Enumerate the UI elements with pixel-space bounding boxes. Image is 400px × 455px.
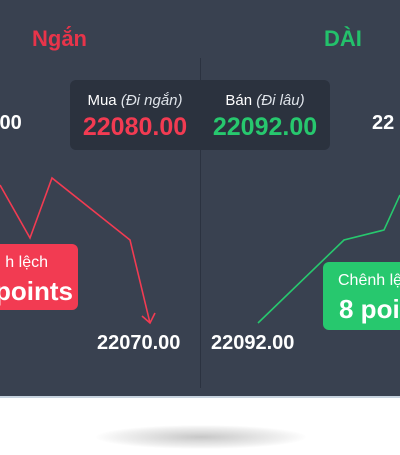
long-spread-label: Chênh lệ	[338, 272, 400, 289]
long-bottom-price: 22092.00	[211, 332, 295, 354]
long-top-price: 22	[372, 112, 395, 134]
sell-label: Bán (Đi lâu)	[200, 92, 330, 109]
buy-label: Mua (Đi ngắn)	[70, 92, 200, 109]
short-top-price: .00	[0, 112, 22, 134]
long-spread-badge: Chênh lệ 8 poi	[323, 262, 400, 330]
buy-price: 22080.00	[82, 113, 188, 141]
long-spread-value: 8 poi	[339, 294, 400, 324]
buy-quote[interactable]: Mua (Đi ngắn) 22080.00	[70, 80, 200, 150]
sell-price: 22092.00	[212, 113, 318, 141]
sell-quote[interactable]: Bán (Đi lâu) 22092.00	[200, 80, 330, 150]
short-spread-label: h lệch	[5, 254, 48, 271]
price-lines	[0, 176, 400, 325]
short-spread-value: points	[0, 276, 73, 306]
sell-label-hint: (Đi lâu)	[256, 92, 305, 109]
buy-label-hint: (Đi ngắn)	[120, 92, 183, 109]
quote-box: Mua (Đi ngắn) 22080.00 Bán (Đi lâu) 2209…	[70, 80, 330, 150]
price-comparison-panel: Ngắn DÀI Mua (Đi ngắn) 22080.00 Bán (Đi …	[0, 0, 400, 398]
short-bottom-price: 22070.00	[97, 332, 181, 354]
sell-label-text: Bán	[225, 92, 253, 109]
panel-shadow	[96, 425, 306, 449]
buy-label-text: Mua	[87, 92, 117, 109]
short-spread-badge: h lệch points	[0, 244, 78, 310]
